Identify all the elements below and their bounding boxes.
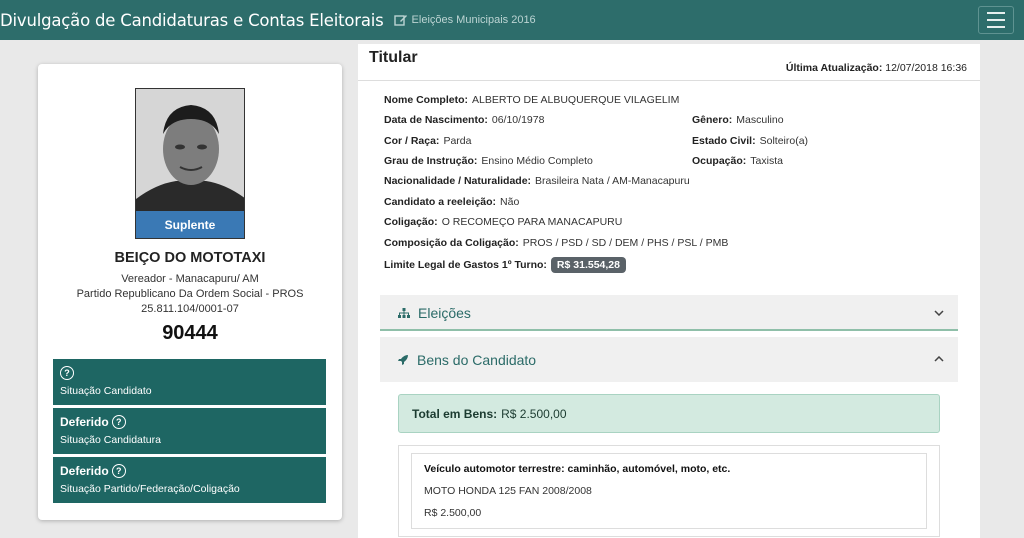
chevron-down-icon[interactable] [934,308,944,319]
field-composicao: Composição da Coligação: PROS / PSD / SD … [384,237,729,249]
status-label: Situação Candidatura [60,434,161,446]
last-update: Última Atualização: 12/07/2018 16:36 [786,62,967,74]
accordion-bens-title: Bens do Candidato [417,351,537,368]
bens-item: Veículo automotor terrestre: caminhão, a… [411,453,927,529]
candidate-office: Vereador - Manacapuru/ AM [121,273,259,285]
total-bens-alert: Total em Bens: R$ 2.500,00 [398,394,940,433]
top-navbar: Divulgação de Candidaturas e Contas Elei… [0,0,1024,40]
field-coligacao: Coligação: O RECOMEÇO PARA MANACAPURU [384,216,623,228]
field-instrucao: Grau de Instrução: Ensino Médio Completo [384,155,593,167]
app-title[interactable]: Divulgação de Candidaturas e Contas Elei… [0,11,384,30]
bens-item-value: R$ 2.500,00 [424,507,482,519]
status-label: Situação Partido/Federação/Coligação [60,483,240,495]
status-candidatura[interactable]: Deferido ? Situação Candidatura [53,408,326,454]
sitemap-icon [398,307,410,319]
candidate-cnpj: 25.811.104/0001-07 [141,303,239,315]
total-bens-label: Total em Bens: [412,406,498,421]
field-nascimento: Data de Nascimento: 06/10/1978 [384,114,545,126]
election-subtitle-text: Eleições Municipais 2016 [411,14,536,26]
divider [358,80,980,81]
hamburger-icon [987,12,1005,14]
bens-item-type: Veículo automotor terrestre: caminhão, a… [424,463,731,475]
status-value: Deferido [60,415,109,429]
menu-toggle-button[interactable] [978,6,1014,34]
accordion-eleicoes[interactable]: Eleições [380,295,958,331]
chevron-up-icon[interactable] [934,354,944,365]
status-value: Deferido [60,464,109,478]
field-estado-civil: Estado Civil: Solteiro(a) [692,135,809,147]
status-partido[interactable]: Deferido ? Situação Partido/Federação/Co… [53,457,326,503]
candidate-status-badge: Suplente [136,211,244,238]
accordion-eleicoes-title: Eleições [418,305,471,321]
field-limite-gastos: Limite Legal de Gastos 1º Turno: R$ 31.55… [384,257,626,273]
field-cor-raca: Cor / Raça: Parda [384,135,472,147]
last-update-value: 12/07/2018 16:36 [885,62,967,74]
help-icon[interactable]: ? [60,366,74,380]
candidate-number: 90444 [162,322,218,344]
bens-list: Veículo automotor terrestre: caminhão, a… [398,445,940,537]
limite-gastos-badge: R$ 31.554,28 [550,257,626,273]
bens-item-desc: MOTO HONDA 125 FAN 2008/2008 [424,485,592,497]
edit-icon [393,15,407,26]
accordion-bens[interactable]: Bens do Candidato [380,337,958,382]
total-bens-value: R$ 2.500,00 [501,406,567,421]
status-label: Situação Candidato [60,385,152,397]
election-subtitle[interactable]: Eleições Municipais 2016 [393,13,536,27]
candidate-party: Partido Republicano Da Ordem Social - PR… [76,288,304,300]
field-nome: Nome Completo: ALBERTO DE ALBUQUERQUE VIL… [384,94,680,106]
candidate-name: BEIÇO DO MOTOTAXI [114,250,266,266]
panel-title: Titular [369,49,418,66]
field-reeleicao: Candidato a reeleição: Não [384,196,520,208]
field-genero: Gênero: Masculino [692,114,784,126]
help-icon[interactable]: ? [111,415,126,429]
field-nacionalidade: Nacionalidade / Naturalidade: Brasileira … [384,175,690,187]
last-update-label: Última Atualização: [785,62,883,74]
field-ocupacao: Ocupação: Taxista [692,155,783,167]
candidate-card: Suplente BEIÇO DO MOTOTAXI Vereador - Ma… [38,64,342,520]
candidate-photo: Suplente [135,88,245,239]
help-icon[interactable]: ? [111,464,126,478]
status-candidato[interactable]: ? Situação Candidato [53,359,326,405]
rocket-icon [398,354,409,365]
candidate-details-panel: Titular Última Atualização: 12/07/2018 1… [358,44,980,538]
